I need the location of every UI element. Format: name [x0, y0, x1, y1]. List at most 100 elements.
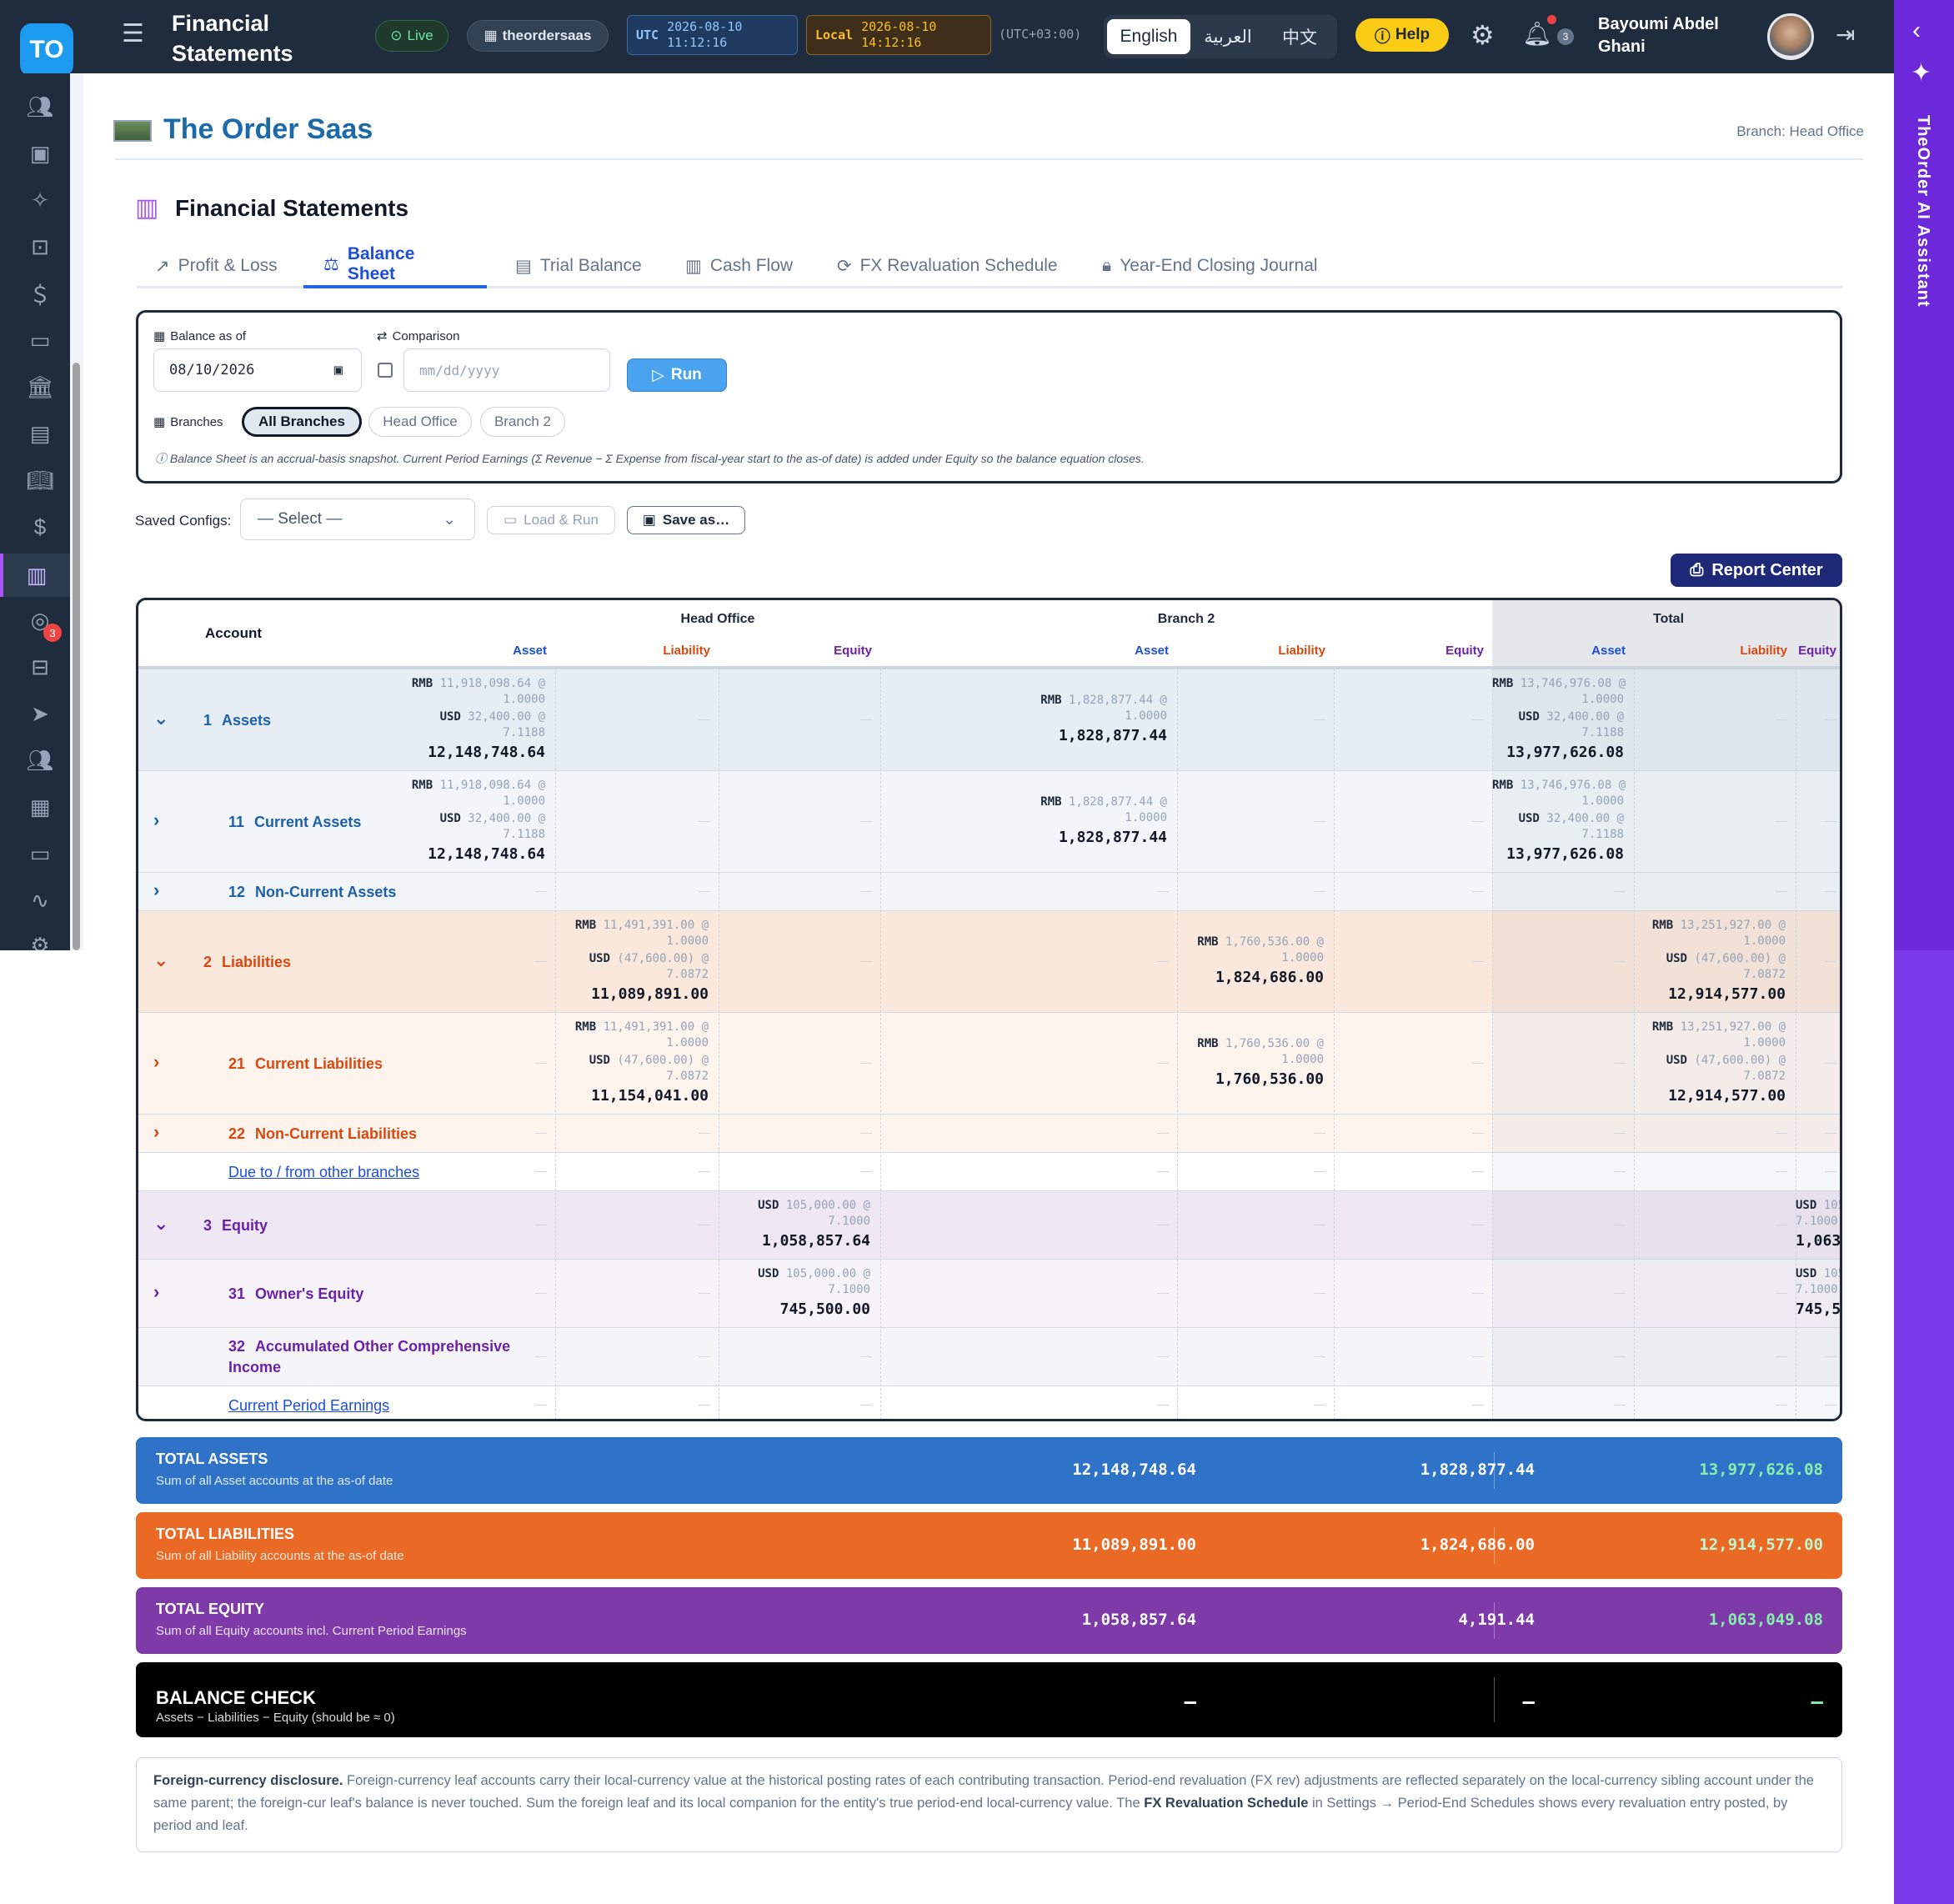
fx-line: RMB 1,828,877.44 @ 1.0000: [880, 794, 1167, 826]
play-icon: ▷: [652, 366, 664, 384]
dollar-doc-icon[interactable]: ＄: [23, 277, 57, 310]
users-icon[interactable]: 👥︎: [23, 90, 57, 123]
load-run-button[interactable]: ▭ Load & Run: [487, 506, 615, 534]
total-separator: [1494, 1602, 1495, 1639]
fx-rate: 1.0000: [1743, 1036, 1786, 1050]
fx-line: RMB 11,918,098.64 @ 1.0000: [138, 676, 545, 708]
menu-icon[interactable]: ☰: [122, 22, 145, 47]
fx-disclosure: Foreign-currency disclosure. Foreign-cur…: [136, 1757, 1842, 1852]
fx-line: USD 105,000.00 @ 7.1000: [719, 1198, 870, 1230]
tab-fx-revaluation[interactable]: ⟳ FX Revaluation Schedule: [837, 243, 1058, 288]
sidebar-item-financial-statements[interactable]: ▥: [0, 554, 70, 597]
tab-year-end-closing[interactable]: 🔒︎ Year-End Closing Journal: [1102, 243, 1318, 288]
fx-rate: 7.1000: [828, 1283, 870, 1296]
empty-cell: —: [1157, 1349, 1169, 1362]
bell-icon[interactable]: 🔔︎: [1522, 22, 1552, 47]
user-name[interactable]: Bayoumi Abdel Ghani: [1598, 13, 1723, 58]
app-logo[interactable]: TO: [20, 23, 73, 77]
account-header: Account: [205, 625, 262, 641]
fx-amount: 11,918,098.64 @: [439, 677, 545, 690]
branch-chip-head-office[interactable]: Head Office: [368, 407, 472, 437]
page-title: Financial Statements: [175, 195, 409, 221]
empty-cell: —: [860, 1397, 872, 1410]
total-grand: 13,977,626.08: [1699, 1461, 1823, 1479]
company-logo: [113, 120, 152, 142]
fx-amount: 32,400.00 @: [468, 710, 545, 724]
fx-line: RMB 1,760,536.00 @ 1.0000: [1177, 1036, 1324, 1068]
balance-date-input[interactable]: 08/10/2026 ▣: [153, 348, 362, 392]
divider: [114, 158, 1863, 160]
inbox-icon[interactable]: ⊟: [23, 650, 57, 684]
branch-chip-all[interactable]: All Branches: [242, 407, 362, 437]
lang-english[interactable]: English: [1107, 19, 1190, 54]
ai-assistant-label[interactable]: TheOrder AI Assistant: [1913, 115, 1932, 308]
activity-icon[interactable]: ∿: [23, 884, 57, 917]
calendar-icon[interactable]: ▣: [334, 362, 343, 378]
report-center-button[interactable]: ⎙ Report Center: [1671, 554, 1842, 587]
sidebar-scroll-thumb[interactable]: [73, 363, 80, 950]
empty-cell: —: [1614, 954, 1626, 967]
local-label: Local: [815, 27, 854, 43]
lang-arabic[interactable]: العربية: [1194, 19, 1262, 54]
dollar-icon[interactable]: $: [23, 510, 57, 544]
column-divider: [880, 669, 881, 1419]
briefcase-icon[interactable]: ⊡: [23, 230, 57, 263]
save-as-button[interactable]: ▣ Save as…: [627, 506, 745, 534]
empty-cell: —: [1314, 1217, 1325, 1230]
fx-amount: 1,828,877.44 @: [1068, 694, 1167, 707]
empty-cell: —: [1614, 1217, 1626, 1230]
fx-line: USD (47,600.00) @ 7.0872: [555, 951, 709, 983]
group-header-1: Branch 2: [1157, 612, 1215, 626]
fx-schedule-link[interactable]: FX Revaluation Schedule: [1144, 1796, 1308, 1811]
cash-icon[interactable]: ▭: [23, 837, 57, 870]
fx-rate: 7.0872: [666, 1070, 709, 1083]
balance-sheet-table: Account Head Office Branch 2 Total Asset Liab…: [136, 598, 1842, 1421]
team-icon[interactable]: 👥︎: [23, 744, 57, 777]
tab-balance-sheet[interactable]: ⚖ Balance Sheet: [303, 243, 487, 288]
empty-cell: —: [1157, 1285, 1169, 1299]
wallet-icon[interactable]: ▭: [23, 323, 57, 357]
calendar-clock-icon[interactable]: ▦: [23, 790, 57, 824]
comparison-date-input[interactable]: mm/dd/yyyy: [403, 348, 610, 392]
currency-code: RMB: [1492, 677, 1521, 690]
fx-line: USD 105,000.00 @ 7.1000: [1796, 1266, 1840, 1298]
empty-cell: —: [1157, 884, 1169, 897]
empty-cell: —: [535, 1285, 547, 1299]
group-header-0: Head Office: [680, 612, 755, 626]
empty-cell: —: [535, 1397, 547, 1410]
utc-clock: UTC 2026-08-10 11:12:16: [627, 15, 798, 55]
saved-config-select[interactable]: — Select — ⌄: [240, 499, 475, 540]
fx-line: RMB 1,828,877.44 @ 1.0000: [880, 693, 1167, 724]
currency-code: USD: [589, 952, 618, 965]
accessibility-icon[interactable]: ✧: [23, 183, 57, 217]
tab-profit-loss[interactable]: ↗ Profit & Loss: [155, 243, 278, 288]
total-separator: [1494, 1527, 1495, 1564]
fx-amount: 13,251,927.00 @: [1680, 919, 1786, 932]
local-time: 14:12:16: [861, 35, 922, 50]
total-title: BALANCE CHECK: [156, 1687, 316, 1708]
id-card-icon[interactable]: ▣: [23, 137, 57, 170]
chevron-left-icon[interactable]: ‹: [1912, 17, 1921, 45]
empty-cell: —: [535, 954, 547, 967]
gear-icon[interactable]: ⚙: [1471, 22, 1495, 48]
bar-chart-icon: ▥: [135, 194, 159, 222]
tab-label: Profit & Loss: [178, 256, 278, 275]
book-icon[interactable]: 📖︎: [23, 463, 57, 497]
currency-code: RMB: [1197, 935, 1225, 949]
bank-icon[interactable]: 🏛︎: [23, 370, 57, 403]
settings-icon[interactable]: ⚙: [23, 929, 57, 951]
sparkle-icon[interactable]: ✦: [1911, 58, 1931, 88]
tab-cash-flow[interactable]: ▥ Cash Flow: [685, 243, 793, 288]
send-icon[interactable]: ➤: [23, 697, 57, 730]
tenant-badge[interactable]: ▦ theordersaas: [467, 20, 609, 52]
logout-icon[interactable]: ⇥: [1836, 23, 1855, 47]
lang-chinese[interactable]: 中文: [1265, 19, 1334, 54]
avatar[interactable]: [1767, 13, 1814, 60]
document-icon[interactable]: ▤: [23, 417, 57, 450]
help-button[interactable]: ⓘ Help: [1355, 18, 1449, 52]
bar-chart-icon: ▥: [26, 562, 48, 588]
branch-chip-branch-2[interactable]: Branch 2: [480, 407, 565, 437]
tab-trial-balance[interactable]: ▤ Trial Balance: [515, 243, 642, 288]
comparison-checkbox[interactable]: [378, 363, 393, 378]
run-button[interactable]: ▷ Run: [627, 358, 727, 392]
